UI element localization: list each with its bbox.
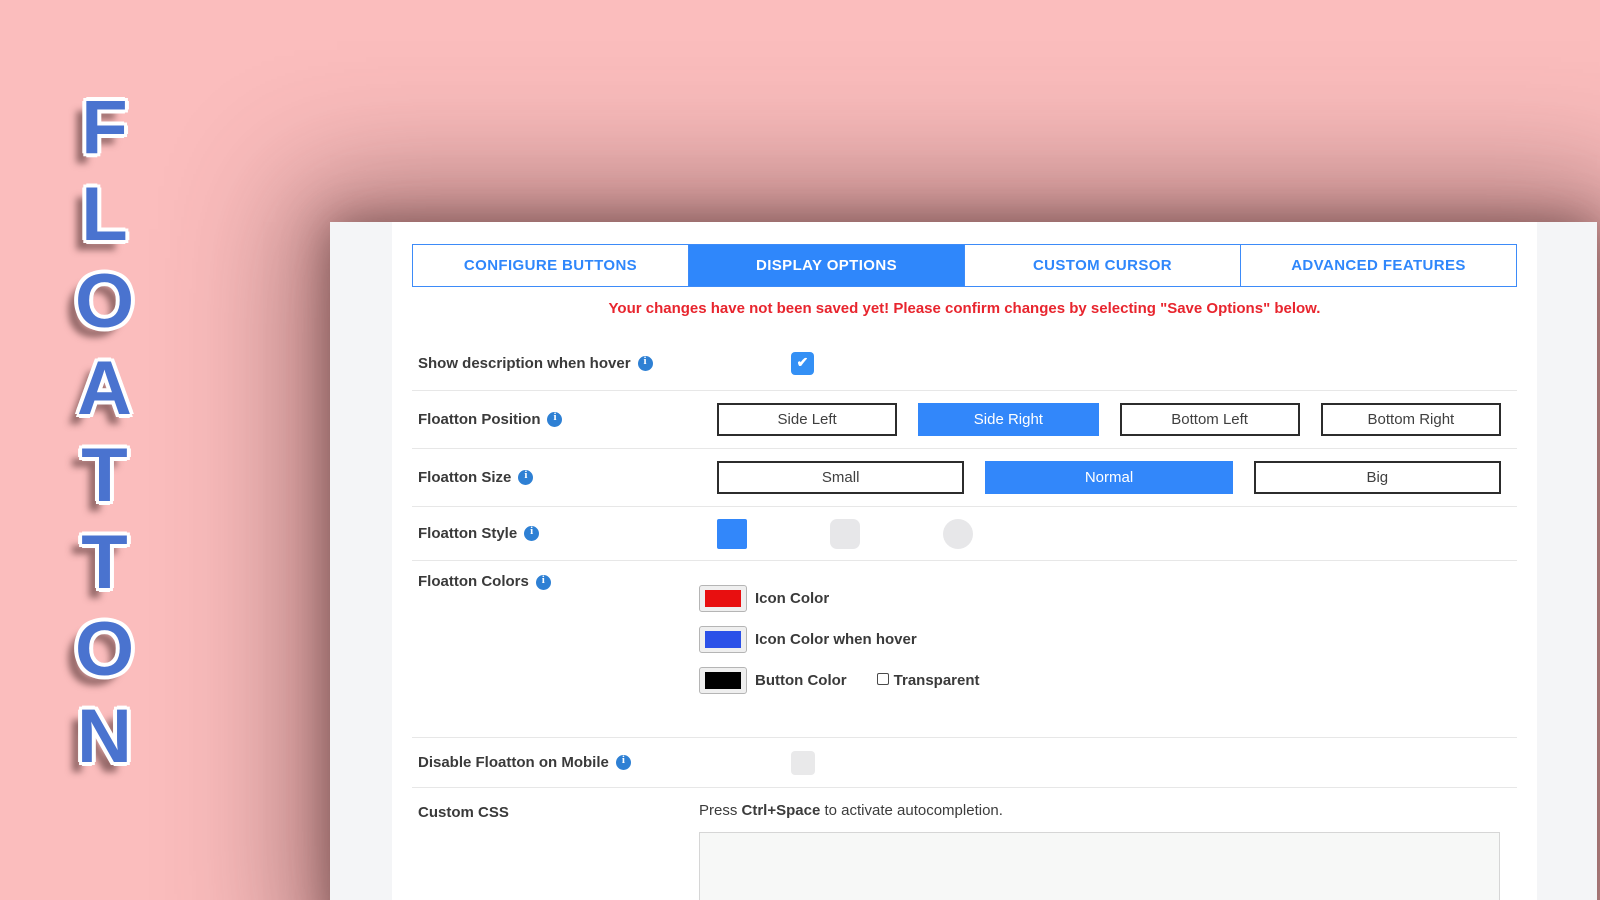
custom-css-textarea[interactable]	[699, 832, 1500, 900]
icon-hover-color-row: Icon Color when hover	[699, 626, 1517, 653]
style-option-circle[interactable]	[943, 518, 973, 549]
size-option-normal[interactable]: Normal	[985, 461, 1233, 494]
icon-color-row: Icon Color	[699, 585, 1517, 612]
transparent-label: Transparent	[893, 672, 980, 689]
tab-custom-cursor[interactable]: CUSTOM CURSOR	[964, 245, 1240, 286]
brand-letter: O	[74, 259, 135, 344]
brand-letter: F	[81, 85, 128, 170]
disable-mobile-label: Disable Floatton on Mobile	[418, 754, 609, 771]
row-floatton-style: Floatton Style	[412, 507, 1517, 561]
show-description-checkbox[interactable]	[791, 352, 814, 375]
row-floatton-position: Floatton Position Side Left Side Right B…	[412, 391, 1517, 449]
size-option-small[interactable]: Small	[717, 461, 965, 494]
transparent-checkbox[interactable]	[876, 673, 889, 685]
tab-configure-buttons[interactable]: CONFIGURE BUTTONS	[413, 245, 688, 286]
show-description-label: Show description when hover	[418, 355, 631, 372]
position-label: Floatton Position	[418, 411, 541, 428]
position-option-side-right[interactable]: Side Right	[918, 403, 1099, 436]
brand-letter: L	[81, 172, 128, 257]
icon-hover-color-picker[interactable]	[699, 626, 747, 653]
info-icon[interactable]	[615, 754, 631, 770]
icon-hover-color-label: Icon Color when hover	[755, 631, 917, 648]
position-option-bottom-left[interactable]: Bottom Left	[1119, 403, 1300, 436]
size-option-big[interactable]: Big	[1253, 461, 1501, 494]
info-icon[interactable]	[547, 411, 563, 427]
style-option-square[interactable]	[717, 518, 747, 549]
row-floatton-colors: Floatton Colors Icon Color	[412, 561, 1517, 738]
settings-sheet: CONFIGURE BUTTONS DISPLAY OPTIONS CUSTOM…	[392, 222, 1537, 900]
info-icon[interactable]	[535, 574, 551, 590]
settings-panel: CONFIGURE BUTTONS DISPLAY OPTIONS CUSTOM…	[330, 222, 1597, 900]
button-color-swatch	[705, 672, 741, 689]
style-label: Floatton Style	[418, 525, 518, 542]
icon-color-swatch	[705, 590, 741, 607]
button-color-picker[interactable]	[699, 667, 747, 694]
row-show-description: Show description when hover	[412, 337, 1517, 391]
position-option-side-left[interactable]: Side Left	[717, 403, 898, 436]
tab-display-options[interactable]: DISPLAY OPTIONS	[688, 245, 964, 286]
position-option-bottom-right[interactable]: Bottom Right	[1320, 403, 1501, 436]
tab-advanced-features[interactable]: ADVANCED FEATURES	[1240, 245, 1516, 286]
custom-css-label: Custom CSS	[418, 804, 509, 821]
brand-letter: O	[74, 607, 135, 692]
icon-hover-color-swatch	[705, 631, 741, 648]
row-floatton-size: Floatton Size Small Normal Big	[412, 449, 1517, 507]
icon-color-label: Icon Color	[755, 590, 830, 607]
style-option-rounded[interactable]	[830, 518, 860, 549]
brand-logo: F L O A T T O N	[52, 84, 157, 780]
disable-mobile-checkbox[interactable]	[791, 750, 815, 775]
brand-letter: A	[77, 346, 132, 431]
unsaved-changes-warning: Your changes have not been saved yet! Pl…	[608, 300, 1321, 317]
button-color-label: Button Color	[755, 672, 847, 689]
row-disable-mobile: Disable Floatton on Mobile	[412, 738, 1517, 788]
size-label: Floatton Size	[418, 469, 512, 486]
tab-bar: CONFIGURE BUTTONS DISPLAY OPTIONS CUSTOM…	[412, 244, 1517, 287]
info-icon[interactable]	[518, 469, 534, 485]
brand-letter: T	[81, 520, 128, 605]
brand-letter: T	[81, 433, 128, 518]
brand-letter: N	[77, 694, 132, 779]
autocomplete-hint: Press Ctrl+Space to activate autocomplet…	[699, 802, 1003, 819]
info-icon[interactable]	[524, 525, 540, 541]
colors-label: Floatton Colors	[418, 573, 529, 590]
row-custom-css: Custom CSS Press Ctrl+Space to activate …	[412, 788, 1517, 900]
icon-color-picker[interactable]	[699, 585, 747, 612]
button-color-row: Button Color Transparent	[699, 667, 1517, 694]
info-icon[interactable]	[637, 355, 653, 371]
